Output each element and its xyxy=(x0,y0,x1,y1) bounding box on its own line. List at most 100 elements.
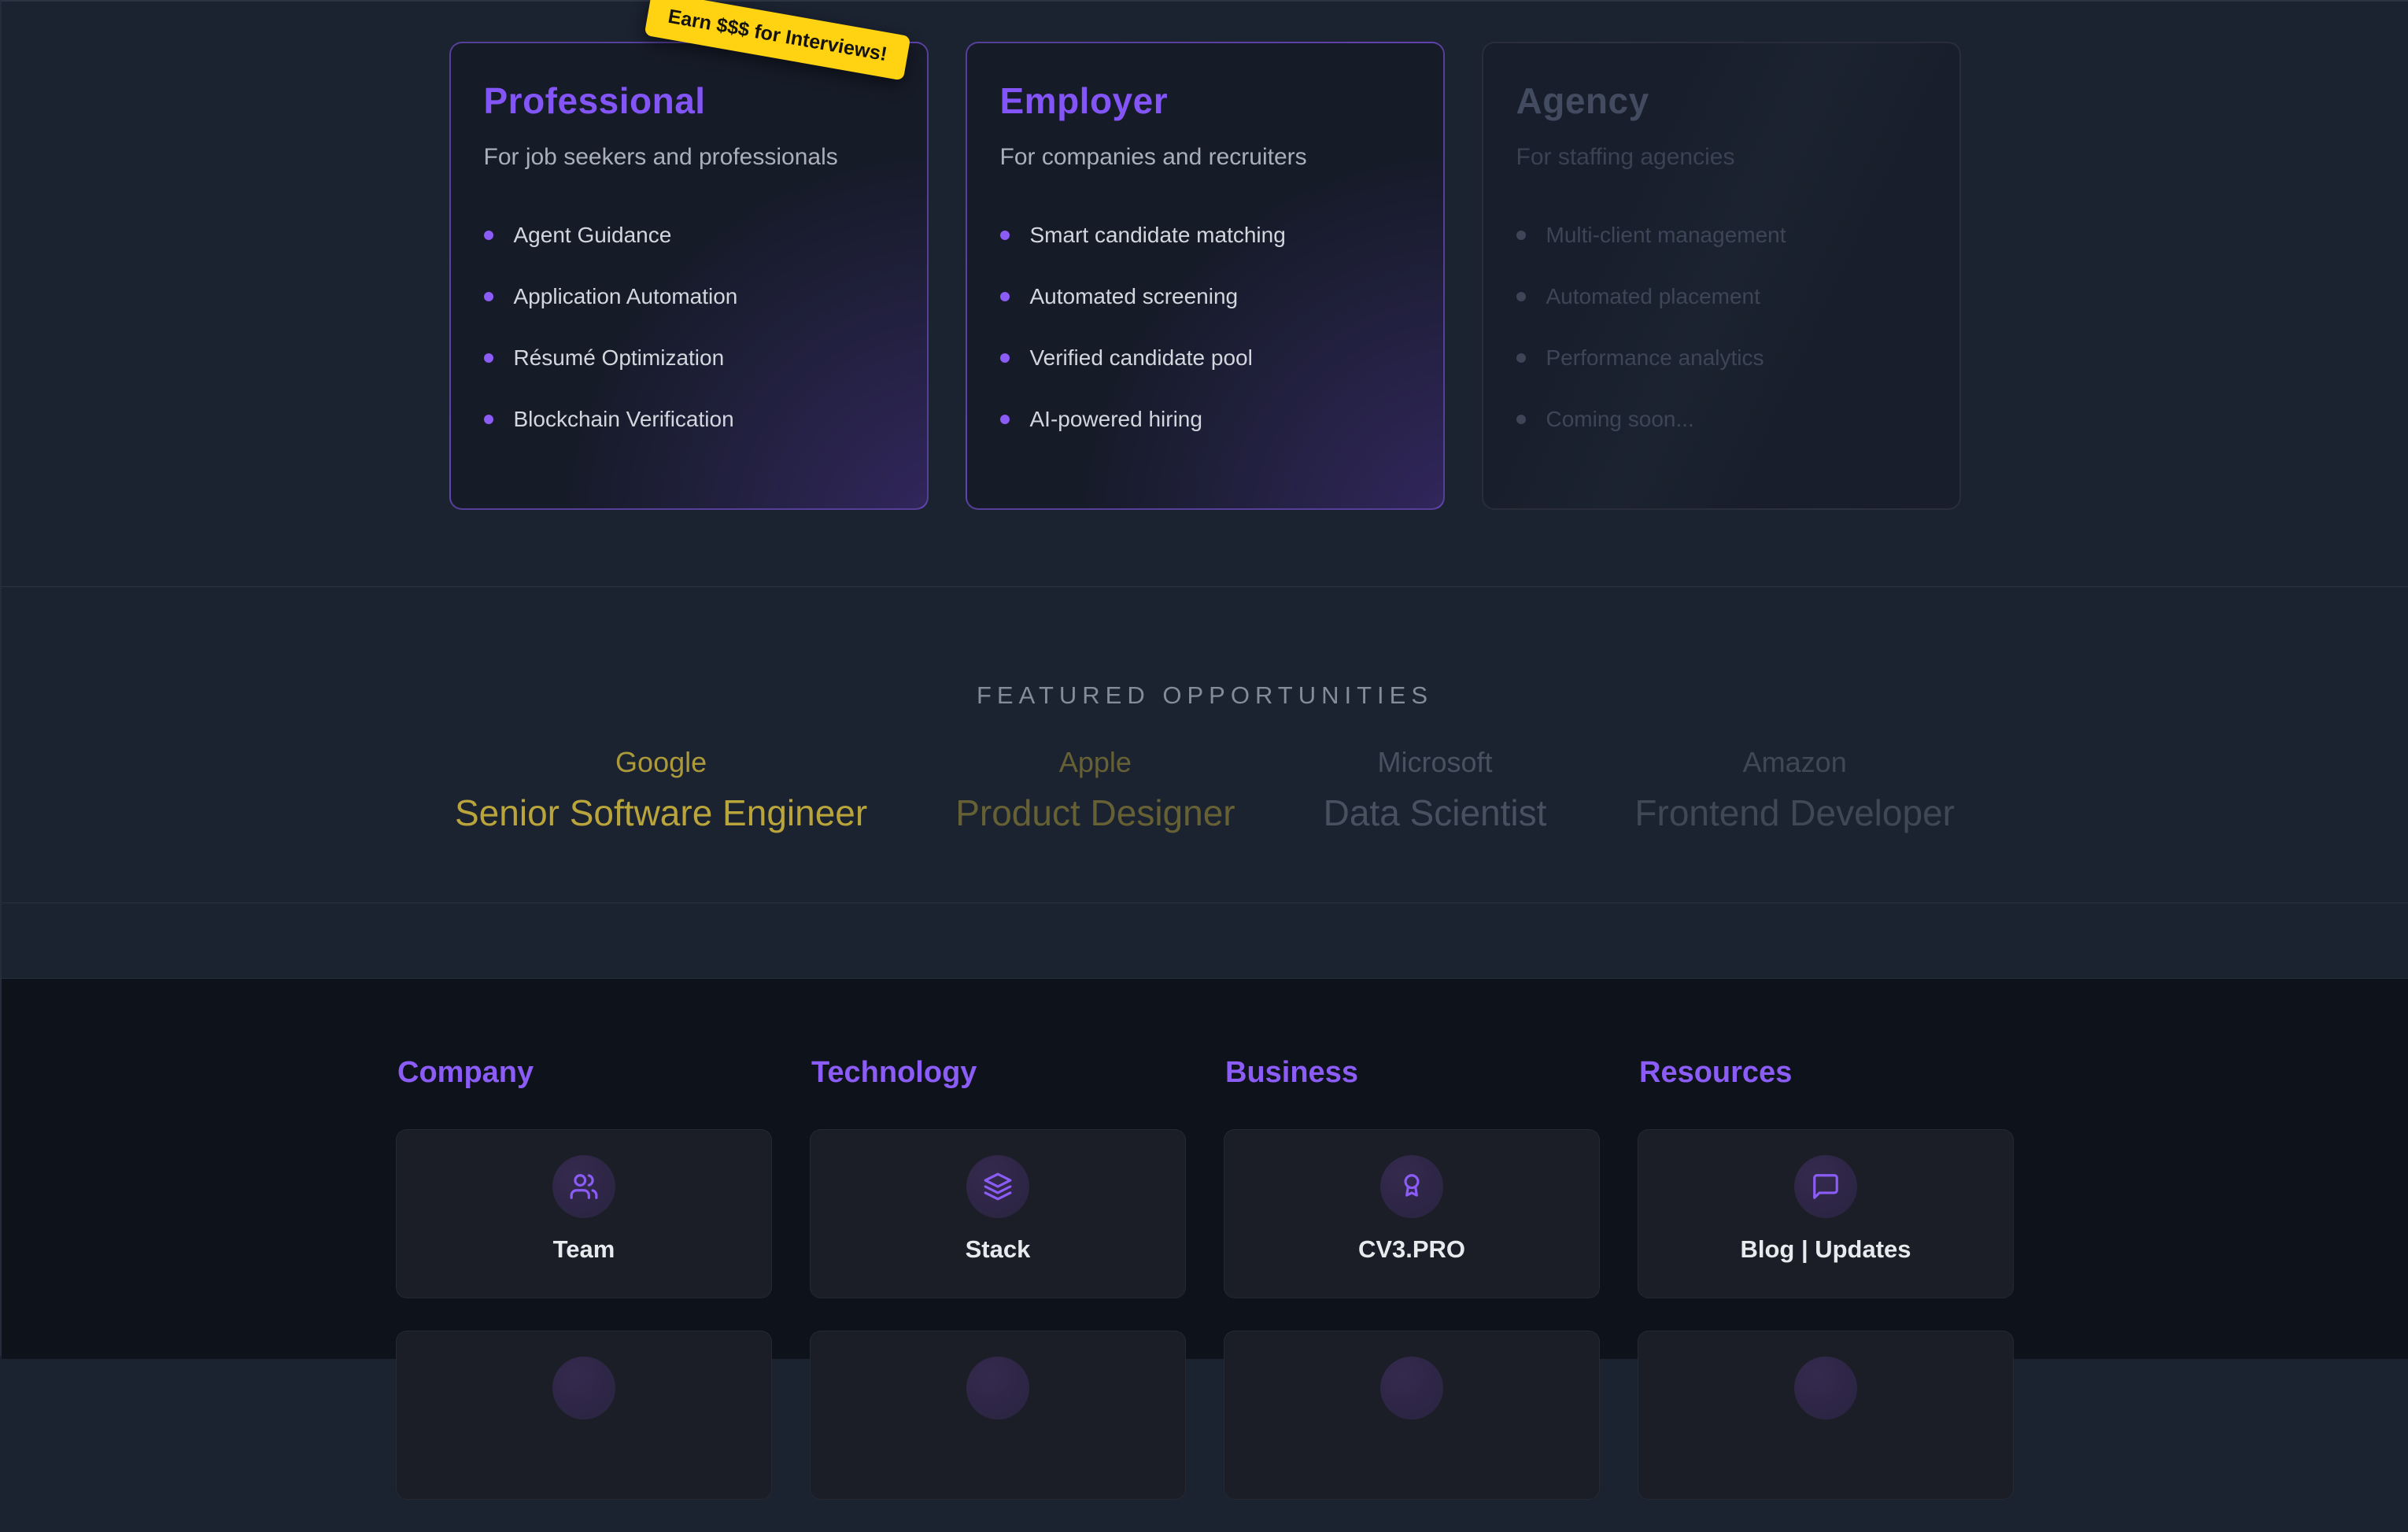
plan-title: Agency xyxy=(1516,79,1926,122)
footer-card-partial[interactable] xyxy=(396,1331,772,1500)
plan-feature: Agent Guidance xyxy=(484,223,894,248)
featured-job-google[interactable]: Google Senior Software Engineer xyxy=(455,746,867,834)
icon-circle xyxy=(552,1357,615,1419)
icon-circle xyxy=(966,1155,1029,1218)
users-icon xyxy=(569,1172,599,1202)
featured-job-amazon[interactable]: Amazon Frontend Developer xyxy=(1634,746,1955,834)
footer-card-partial[interactable] xyxy=(810,1331,1186,1500)
featured-job-apple[interactable]: Apple Product Designer xyxy=(955,746,1235,834)
plan-card-agency: Agency For staffing agencies Multi-clien… xyxy=(1482,42,1961,510)
feature-label: Application Automation xyxy=(514,284,738,309)
footer-card-label: Blog | Updates xyxy=(1740,1235,1911,1264)
feature-label: Agent Guidance xyxy=(514,223,672,248)
job-role: Frontend Developer xyxy=(1634,792,1955,834)
footer-card-label: Team xyxy=(553,1235,615,1264)
icon-circle xyxy=(552,1155,615,1218)
plan-feature: Coming soon... xyxy=(1516,407,1926,432)
plan-title: Professional xyxy=(484,79,894,122)
job-company: Apple xyxy=(955,746,1235,779)
plan-subtitle: For companies and recruiters xyxy=(1000,144,1410,171)
job-company: Microsoft xyxy=(1324,746,1547,779)
plan-feature: Automated placement xyxy=(1516,284,1926,309)
plan-feature: Application Automation xyxy=(484,284,894,309)
plan-subtitle: For staffing agencies xyxy=(1516,144,1926,171)
bullet-dot-icon xyxy=(1000,231,1010,240)
job-company: Google xyxy=(455,746,867,779)
footer-heading: Business xyxy=(1225,1056,1600,1090)
featured-opportunities-section: FEATURED OPPORTUNITIES Google Senior Sof… xyxy=(2,587,2408,903)
icon-circle xyxy=(966,1357,1029,1419)
plan-card-employer[interactable]: Employer For companies and recruiters Sm… xyxy=(966,42,1445,510)
plan-feature: Automated screening xyxy=(1000,284,1410,309)
layers-icon xyxy=(983,1172,1013,1202)
feature-label: Automated placement xyxy=(1546,284,1760,309)
bullet-dot-icon xyxy=(1516,292,1526,301)
footer-card-cv3pro[interactable]: CV3.PRO xyxy=(1224,1129,1600,1298)
bullet-dot-icon xyxy=(484,415,493,424)
feature-label: Smart candidate matching xyxy=(1030,223,1286,248)
plan-title: Employer xyxy=(1000,79,1410,122)
pricing-section: Earn $$$ for Interviews! Professional Fo… xyxy=(2,2,2408,587)
plan-feature: Verified candidate pool xyxy=(1000,345,1410,371)
feature-label: AI-powered hiring xyxy=(1030,407,1202,432)
plan-feature: AI-powered hiring xyxy=(1000,407,1410,432)
feature-label: Verified candidate pool xyxy=(1030,345,1253,371)
bullet-dot-icon xyxy=(1000,415,1010,424)
footer-heading: Resources xyxy=(1639,1056,2014,1090)
icon-circle xyxy=(1380,1155,1443,1218)
bullet-dot-icon xyxy=(1516,231,1526,240)
bullet-dot-icon xyxy=(484,292,493,301)
footer-card-label: CV3.PRO xyxy=(1358,1235,1465,1264)
feature-label: Automated screening xyxy=(1030,284,1239,309)
footer-heading: Technology xyxy=(811,1056,1186,1090)
feature-label: Résumé Optimization xyxy=(514,345,725,371)
footer-column-technology: Technology Stack xyxy=(810,1056,1186,1532)
featured-job-microsoft[interactable]: Microsoft Data Scientist xyxy=(1324,746,1547,834)
footer-heading: Company xyxy=(397,1056,772,1090)
footer-card-blog[interactable]: Blog | Updates xyxy=(1638,1129,2014,1298)
feature-label: Coming soon... xyxy=(1546,407,1694,432)
bullet-dot-icon xyxy=(484,353,493,363)
job-company: Amazon xyxy=(1634,746,1955,779)
plan-subtitle: For job seekers and professionals xyxy=(484,144,894,171)
bullet-dot-icon xyxy=(1516,415,1526,424)
bullet-dot-icon xyxy=(1516,353,1526,363)
earn-ribbon-badge: Earn $$$ for Interviews! xyxy=(644,0,911,81)
job-role: Product Designer xyxy=(955,792,1235,834)
footer-card-team[interactable]: Team xyxy=(396,1129,772,1298)
job-role: Data Scientist xyxy=(1324,792,1547,834)
plan-feature-list: Smart candidate matching Automated scree… xyxy=(1000,223,1410,432)
icon-circle xyxy=(1380,1357,1443,1419)
bullet-dot-icon xyxy=(484,231,493,240)
bullet-dot-icon xyxy=(1000,353,1010,363)
plan-card-professional[interactable]: Earn $$$ for Interviews! Professional Fo… xyxy=(449,42,929,510)
message-square-icon xyxy=(1811,1172,1841,1202)
plan-feature: Résumé Optimization xyxy=(484,345,894,371)
plan-feature: Smart candidate matching xyxy=(1000,223,1410,248)
bullet-dot-icon xyxy=(1000,292,1010,301)
section-spacer xyxy=(2,903,2408,979)
footer-card-partial[interactable] xyxy=(1224,1331,1600,1500)
plan-feature-list: Agent Guidance Application Automation Ré… xyxy=(484,223,894,432)
footer-column-business: Business CV3.PRO xyxy=(1224,1056,1600,1532)
feature-label: Performance analytics xyxy=(1546,345,1764,371)
award-icon xyxy=(1397,1172,1427,1202)
footer: Company Team Technology Stack xyxy=(2,979,2408,1359)
featured-jobs-row: Google Senior Software Engineer Apple Pr… xyxy=(2,746,2408,834)
footer-column-resources: Resources Blog | Updates xyxy=(1638,1056,2014,1532)
plan-feature-list: Multi-client management Automated placem… xyxy=(1516,223,1926,432)
icon-circle xyxy=(1794,1155,1857,1218)
footer-column-company: Company Team xyxy=(396,1056,772,1532)
icon-circle xyxy=(1794,1357,1857,1419)
featured-heading: FEATURED OPPORTUNITIES xyxy=(2,681,2408,710)
feature-label: Multi-client management xyxy=(1546,223,1786,248)
footer-columns: Company Team Technology Stack xyxy=(2,1056,2408,1532)
footer-card-partial[interactable] xyxy=(1638,1331,2014,1500)
plan-feature: Blockchain Verification xyxy=(484,407,894,432)
job-role: Senior Software Engineer xyxy=(455,792,867,834)
feature-label: Blockchain Verification xyxy=(514,407,734,432)
plan-feature: Performance analytics xyxy=(1516,345,1926,371)
footer-card-label: Stack xyxy=(966,1235,1031,1264)
footer-card-stack[interactable]: Stack xyxy=(810,1129,1186,1298)
plan-feature: Multi-client management xyxy=(1516,223,1926,248)
